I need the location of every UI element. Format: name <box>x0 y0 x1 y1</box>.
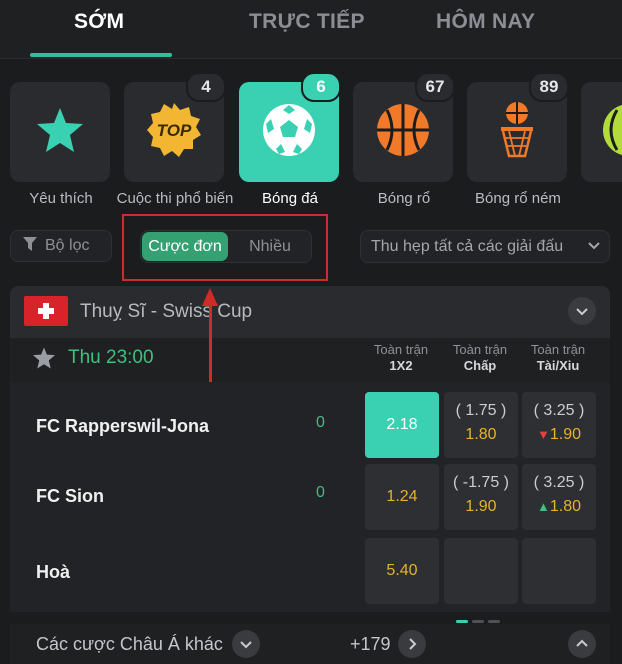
odds-under[interactable]: ( 3.25 ) ▲1.80 <box>522 464 596 530</box>
odds-empty-cell <box>522 538 596 604</box>
league-header[interactable]: Thuỵ Sĩ - Swiss Cup <box>10 286 610 338</box>
annotation-arrow <box>209 305 212 387</box>
sport-soccer[interactable]: 6 Bóng đá <box>239 72 341 207</box>
expand-more-button[interactable] <box>232 630 260 658</box>
count-badge: 67 <box>415 72 455 102</box>
chevron-right-icon <box>398 638 426 662</box>
odds-over[interactable]: ( 3.25 ) ▼1.90 <box>522 392 596 458</box>
more-bets-row: Các cược Châu Á khác +179 <box>10 624 610 664</box>
count-badge: 4 <box>186 72 226 102</box>
sport-basketball[interactable]: 67 Bóng rổ <box>353 72 455 207</box>
team-score: 0 <box>316 414 325 431</box>
filter-icon <box>23 236 37 256</box>
filter-button[interactable]: Bộ lọc <box>10 230 112 262</box>
team-name-home: FC Rapperswil-Jona <box>36 416 210 436</box>
trend-down-icon: ▼ <box>536 427 550 442</box>
tab-som[interactable]: SỚM <box>74 10 124 34</box>
collapse-up-button[interactable] <box>568 630 596 658</box>
odds-1x2-draw[interactable]: 5.40 <box>365 538 439 604</box>
top-badge-icon: TOP <box>144 100 204 165</box>
sport-partial[interactable]: Qu <box>581 82 622 182</box>
team-score: 0 <box>316 484 325 501</box>
more-bets-count: +179 <box>350 634 391 654</box>
odds-handicap-away[interactable]: ( -1.75 ) 1.90 <box>444 464 518 530</box>
annotation-arrow-head <box>202 288 218 306</box>
league-filter-dropdown[interactable]: Thu hẹp tất cả các giải đấu <box>360 230 610 263</box>
league-filter-label: Thu hẹp tất cả các giải đấu <box>371 238 564 255</box>
team-name-away: FC Sion <box>36 486 104 506</box>
column-header-over-under: Toàn trận Tài/Xiu <box>530 342 586 373</box>
basketball-hoop-icon <box>495 100 539 165</box>
tab-hom-nay[interactable]: HÔM NAY <box>436 10 535 34</box>
more-bets-label: Các cược Châu Á khác <box>36 634 223 654</box>
active-tab-indicator <box>30 53 172 57</box>
swiss-flag-icon <box>24 296 68 326</box>
chevron-down-icon <box>568 308 596 329</box>
soccer-ball-icon <box>261 102 317 163</box>
team-name-draw: Hoà <box>36 562 71 582</box>
more-bets-button[interactable] <box>398 630 426 658</box>
odds-handicap-home[interactable]: ( 1.75 ) 1.80 <box>444 392 518 458</box>
column-header-handicap: Toàn trận Chấp <box>452 342 508 373</box>
tennis-ball-icon <box>601 102 622 163</box>
chevron-down-icon <box>587 231 601 272</box>
basketball-icon <box>375 102 431 163</box>
collapse-button[interactable] <box>568 297 596 325</box>
tab-truc-tiep[interactable]: TRỰC TIẾP <box>249 10 365 34</box>
column-header-1x2: Toàn trận 1X2 <box>373 342 429 373</box>
match-time: Thu 23:00 <box>68 347 154 368</box>
league-name: Thuỵ Sĩ - Swiss Cup <box>80 301 253 322</box>
chevron-up-icon <box>568 639 596 662</box>
svg-text:TOP: TOP <box>157 121 192 140</box>
annotation-highlight-box <box>122 214 328 281</box>
odds-empty-cell <box>444 538 518 604</box>
odds-panel: FC Rapperswil-Jona 0 2.18 ( 1.75 ) 1.80 … <box>10 382 610 612</box>
chevron-down-icon <box>232 641 260 662</box>
odds-1x2-home[interactable]: 2.18 <box>365 392 439 458</box>
sport-favorites[interactable]: Yêu thích <box>10 82 112 207</box>
sport-label: Bóng rổ ném <box>475 190 561 207</box>
trend-up-icon: ▲ <box>536 499 550 514</box>
sport-basketball-hoop[interactable]: 89 Bóng rổ ném <box>467 72 569 207</box>
count-badge: 89 <box>529 72 569 102</box>
count-badge: 6 <box>301 72 341 102</box>
odds-1x2-away[interactable]: 1.24 <box>365 464 439 530</box>
filter-label: Bộ lọc <box>45 237 90 254</box>
top-tab-bar: SỚM TRỰC TIẾP HÔM NAY <box>0 0 622 59</box>
sport-popular-competitions[interactable]: TOP 4 Cuộc thi phổ biến <box>117 72 233 207</box>
match-header: Thu 23:00 Toàn trận 1X2 Toàn trận Chấp Toà… <box>10 338 610 382</box>
star-icon <box>35 106 85 159</box>
favorite-star-icon[interactable] <box>32 346 56 375</box>
